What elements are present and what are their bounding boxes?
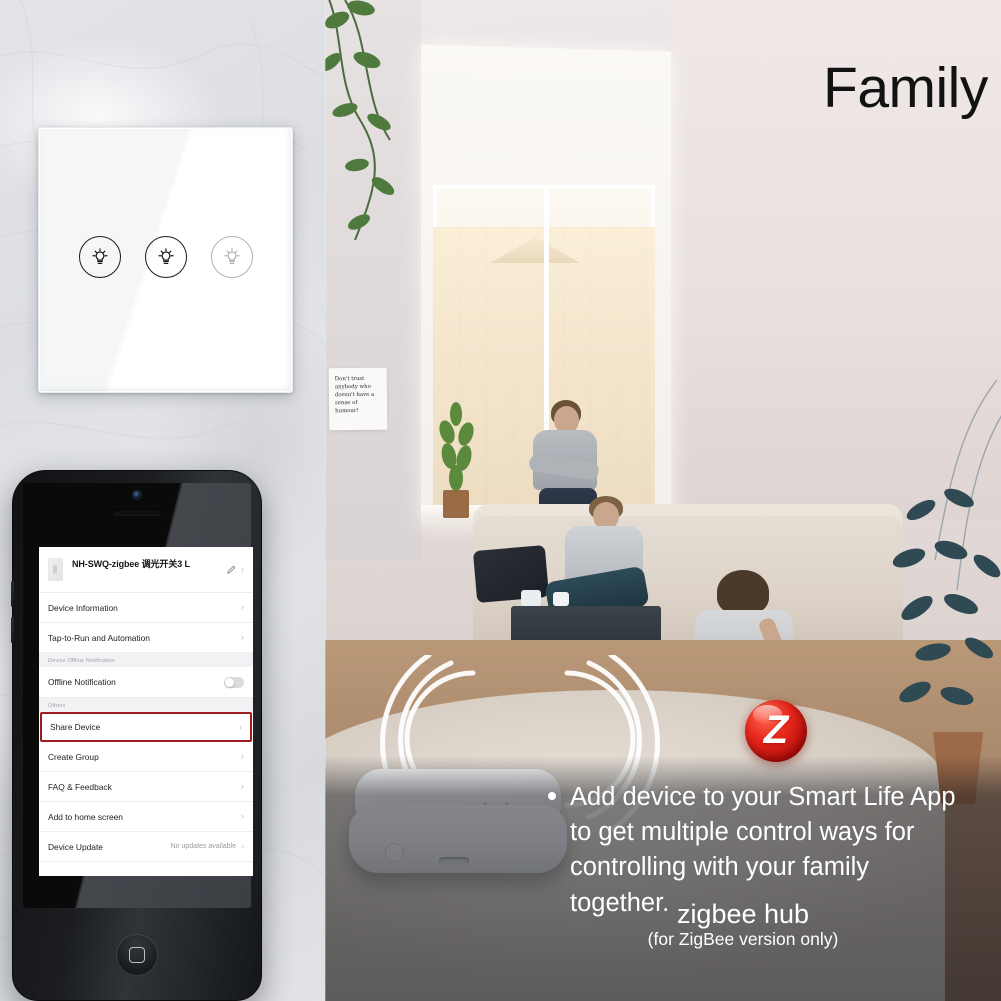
row-faq-and-feedback[interactable]: FAQ & Feedback › [39, 772, 253, 802]
home-button[interactable] [116, 934, 158, 976]
page-title: Family Sharing [823, 56, 1001, 120]
app-bottom-padding [39, 862, 253, 876]
caption-text: Add device to your Smart Life App to get… [570, 783, 956, 917]
product-marketing-image: NH-SWQ-zigbee 调光开关3 L › Device Informati… [0, 0, 1001, 1001]
volume-up-button[interactable] [11, 581, 14, 607]
chevron-right-icon: › [241, 841, 244, 851]
row-device-update[interactable]: Device Update No updates available › [39, 832, 253, 862]
row-device-information[interactable]: Device Information › [39, 593, 253, 623]
row-share-device[interactable]: Share Device › [40, 712, 252, 742]
bulb-button-1[interactable] [78, 236, 121, 278]
smart-life-app-device-settings: NH-SWQ-zigbee 调光开关3 L › Device Informati… [39, 547, 253, 876]
row-create-group[interactable]: Create Group › [39, 742, 253, 772]
chevron-right-icon: › [241, 564, 244, 574]
chevron-right-icon: › [239, 721, 242, 732]
row-label: FAQ & Feedback [48, 781, 112, 792]
chevron-right-icon: › [241, 751, 244, 761]
hanging-plant [325, 0, 395, 241]
row-label: Share Device [50, 722, 101, 732]
offline-notification-toggle[interactable] [224, 676, 244, 688]
row-tap-to-run-and-automation[interactable]: Tap-to-Run and Automation › [39, 623, 253, 653]
row-add-to-home-screen[interactable]: Add to home screen › [39, 802, 253, 832]
windowsill-plant [439, 402, 474, 518]
building-pediment [490, 237, 581, 263]
device-header-actions: › [226, 558, 244, 575]
bulb-button-2[interactable] [144, 236, 187, 278]
front-camera [133, 491, 141, 499]
zigbee-z-letter: Z [763, 708, 789, 752]
marketing-caption: Add device to your Smart Life App to get… [548, 780, 968, 921]
row-label: Device Information [48, 602, 118, 613]
cup-on-table [521, 590, 541, 606]
bullet-point [548, 792, 556, 800]
row-label: Offline Notification [48, 677, 116, 687]
device-header-row[interactable]: NH-SWQ-zigbee 调光开关3 L › [39, 547, 253, 593]
living-room-photo: Don't trust anybody who doesn't have a s… [325, 0, 1001, 1001]
volume-down-button[interactable] [11, 617, 14, 643]
home-square-icon [129, 947, 145, 963]
row-label: Create Group [48, 751, 99, 762]
left-panel-background: NH-SWQ-zigbee 调光开关3 L › Device Informati… [0, 0, 325, 1001]
row-label: Tap-to-Run and Automation [48, 632, 150, 643]
device-name: NH-SWQ-zigbee 调光开关3 L [72, 559, 190, 569]
hub-note: (for ZigBee version only) [647, 929, 839, 950]
device-thumbnail-icon [48, 558, 63, 581]
wall-switch-panel [38, 127, 293, 393]
zigbee-logo-ball: Z [745, 700, 807, 762]
row-label: Device Update [48, 841, 103, 852]
panel-divider [325, 0, 326, 1001]
device-update-status: No updates available [170, 843, 236, 850]
row-right-group: No updates available › [171, 842, 244, 851]
chevron-right-icon: › [241, 632, 244, 642]
tall-houseplant [892, 380, 1001, 804]
section-header-device-offline-notification: Device Offline Notification [39, 653, 253, 667]
chevron-right-icon: › [241, 602, 244, 612]
bulb-button-3[interactable] [210, 236, 253, 278]
bulb-icon [223, 248, 240, 265]
touch-button-group [39, 236, 292, 278]
earpiece-speaker [113, 509, 161, 515]
chevron-right-icon: › [241, 781, 244, 791]
bulb-icon [91, 248, 108, 265]
pencil-icon[interactable] [226, 564, 237, 575]
smartphone-mockup: NH-SWQ-zigbee 调光开关3 L › Device Informati… [11, 470, 262, 1001]
row-label: Add to home screen [48, 811, 123, 822]
row-offline-notification[interactable]: Offline Notification [39, 667, 253, 698]
section-header-others: Others [39, 698, 253, 712]
chevron-right-icon: › [241, 811, 244, 821]
bulb-icon [157, 248, 174, 265]
cup-on-table [553, 592, 569, 606]
wall-poster: Don't trust anybody who doesn't have a s… [328, 367, 388, 431]
poster-text: Don't trust anybody who doesn't have a s… [334, 375, 375, 415]
